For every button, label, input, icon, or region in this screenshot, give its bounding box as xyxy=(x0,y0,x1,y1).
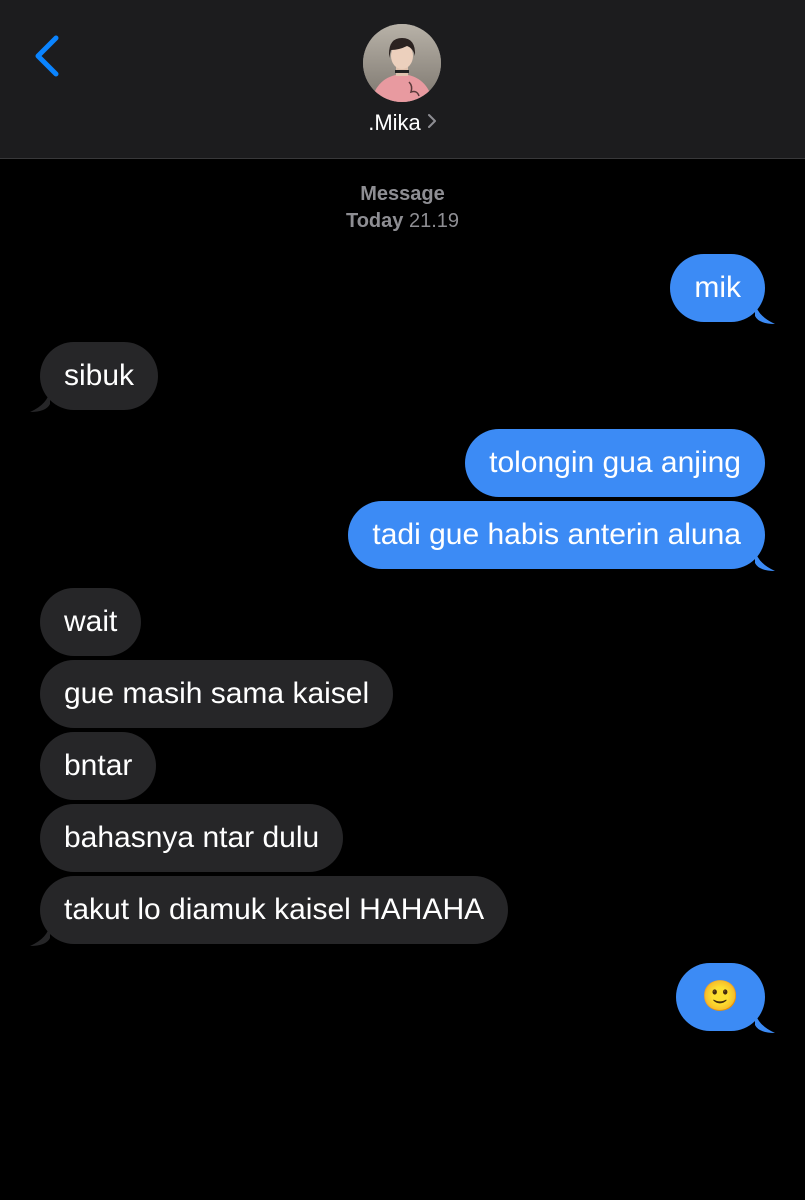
incoming-message[interactable]: wait xyxy=(40,588,142,656)
service-label: Message xyxy=(360,183,445,205)
contact-name: .Mika xyxy=(368,110,421,135)
message-text: bahasnya ntar dulu xyxy=(64,821,320,854)
message-text: wait xyxy=(64,605,118,638)
conversation-header: .Mika xyxy=(0,0,805,159)
messages-screen: .Mika Message Today 21.19 mik sibuk tolo… xyxy=(0,0,805,1200)
bubble-tail xyxy=(755,302,775,324)
contact-avatar-image xyxy=(363,24,441,102)
bubble-tail xyxy=(755,1011,775,1033)
incoming-message[interactable]: bntar xyxy=(40,732,157,800)
message-text: gue masih sama kaisel xyxy=(64,677,370,710)
outgoing-message[interactable]: mik xyxy=(670,254,765,322)
timestamp-time: 21.19 xyxy=(408,210,460,232)
message-text: tolongin gua anjing xyxy=(489,446,741,479)
message-text: bntar xyxy=(64,749,133,782)
avatar[interactable] xyxy=(363,24,441,102)
outgoing-message[interactable]: tolongin gua anjing xyxy=(465,429,765,497)
timestamp-day: Today xyxy=(345,210,404,232)
message-text: mik xyxy=(694,271,741,304)
incoming-message[interactable]: takut lo diamuk kaisel HAHAHA xyxy=(40,876,509,944)
back-button[interactable] xyxy=(28,30,68,82)
message-text: tadi gue habis anterin aluna xyxy=(372,518,741,551)
message-text: sibuk xyxy=(64,359,135,392)
outgoing-message[interactable]: tadi gue habis anterin aluna xyxy=(348,501,765,569)
outgoing-message[interactable]: 🙂 xyxy=(675,963,765,1031)
chevron-right-icon xyxy=(427,109,437,135)
bubble-tail xyxy=(30,924,50,946)
contact-name-button[interactable]: .Mika xyxy=(0,110,805,136)
incoming-message[interactable]: sibuk xyxy=(40,342,159,410)
chevron-left-icon xyxy=(35,35,59,77)
incoming-message[interactable]: bahasnya ntar dulu xyxy=(40,804,344,872)
bubble-tail xyxy=(755,549,775,571)
message-text: takut lo diamuk kaisel HAHAHA xyxy=(64,893,485,926)
message-text: 🙂 xyxy=(701,980,739,1013)
thread-timestamp: Today 21.19 xyxy=(0,210,805,233)
incoming-message[interactable]: gue masih sama kaisel xyxy=(40,660,394,728)
bubble-tail xyxy=(30,390,50,412)
